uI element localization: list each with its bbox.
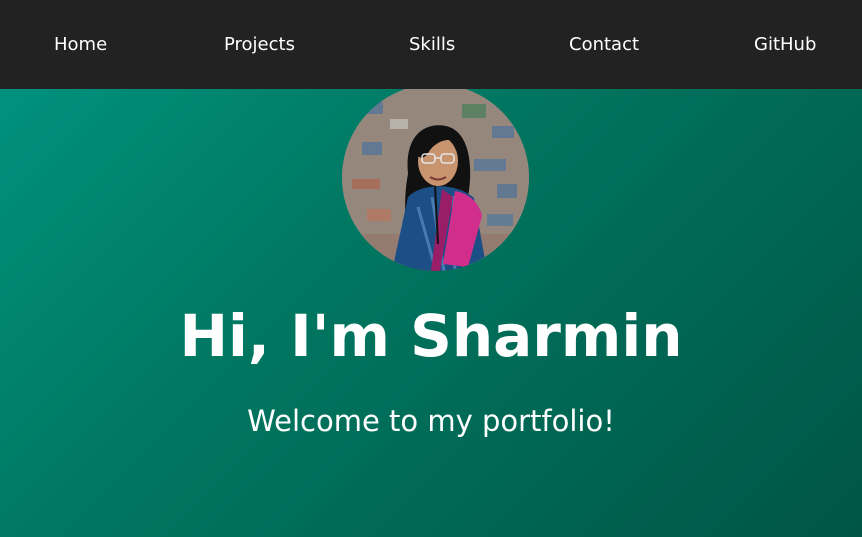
nav-link-home[interactable]: Home bbox=[54, 34, 107, 56]
nav-link-skills[interactable]: Skills bbox=[409, 34, 455, 56]
profile-avatar bbox=[342, 84, 529, 271]
nav-link-contact[interactable]: Contact bbox=[569, 34, 639, 56]
profile-photo bbox=[342, 84, 529, 271]
nav-link-github[interactable]: GitHub bbox=[754, 34, 816, 56]
portfolio-page: Home Projects Skills Contact GitHub Hi, … bbox=[0, 0, 862, 537]
top-navigation: Home Projects Skills Contact GitHub bbox=[0, 0, 862, 89]
hero-title: Hi, I'm Sharmin bbox=[179, 302, 683, 370]
nav-link-projects[interactable]: Projects bbox=[224, 34, 295, 56]
hero-subtitle: Welcome to my portfolio! bbox=[247, 404, 615, 438]
